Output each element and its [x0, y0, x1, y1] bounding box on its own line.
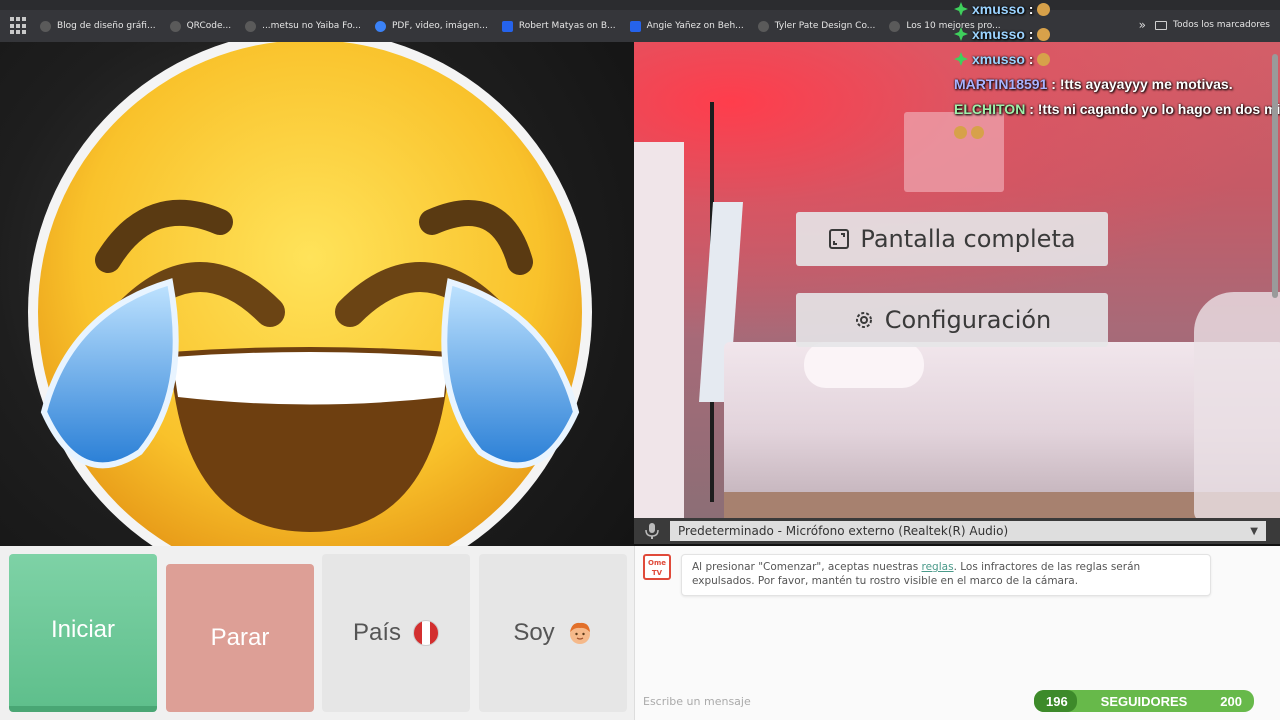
gear-icon	[855, 312, 872, 328]
behance-icon	[501, 20, 513, 32]
chat-message: xmusso :	[954, 26, 1051, 42]
behance-icon	[629, 20, 641, 32]
stranger-video	[0, 42, 634, 546]
stream-chat-overlay: xmusso : xmusso : xmusso : MARTIN18591 :…	[954, 0, 1280, 150]
laughing-crying-emoji	[28, 42, 592, 546]
emote-icon	[1037, 53, 1051, 66]
qr-icon	[169, 20, 181, 32]
fullscreen-label: Pantalla completa	[860, 225, 1076, 253]
rules-link[interactable]: reglas	[922, 561, 954, 573]
emote-icon	[1037, 28, 1051, 41]
site-icon	[889, 20, 901, 32]
fullscreen-icon	[829, 229, 850, 249]
site-icon	[757, 20, 769, 32]
chat-message: ELCHITON : !tts ni cagando yo lo hago en…	[954, 101, 1280, 117]
followers-label: SEGUIDORES	[1100, 693, 1188, 709]
message-input[interactable]	[643, 692, 1023, 710]
country-button[interactable]: País	[322, 554, 470, 712]
chat-message: MARTIN18591 : !tts ayayayyy me motivas.	[954, 76, 1233, 92]
star-icon	[954, 27, 968, 41]
bookmark-4[interactable]: Robert Matyas on B...	[501, 20, 616, 32]
settings-label: Configuración	[884, 306, 1052, 334]
ometv-logo: Ome TV	[643, 554, 671, 580]
pillow	[804, 342, 924, 388]
emote-icon	[970, 126, 984, 139]
bookmark-5[interactable]: Angie Yañez on Beh...	[629, 20, 744, 32]
chat-message: xmusso :	[954, 51, 1051, 67]
fullscreen-button[interactable]: Pantalla completa	[796, 212, 1108, 266]
bookmark-3[interactable]: PDF, video, imágen...	[374, 20, 488, 32]
person-partial	[634, 142, 684, 518]
apps-grid-icon[interactable]	[10, 17, 28, 35]
chair	[1194, 292, 1280, 518]
microphone-bar: Predeterminado - Micrófono externo (Real…	[634, 518, 1280, 544]
microphone-selected-value: Predeterminado - Micrófono externo (Real…	[678, 524, 1009, 538]
followers-current: 196	[1046, 693, 1068, 709]
thumbs-up-icon	[954, 126, 967, 139]
bookmark-6[interactable]: Tyler Pate Design Co...	[757, 20, 875, 32]
chat-message: xmusso :	[954, 1, 1051, 17]
stop-button[interactable]: Parar	[166, 564, 314, 712]
chevron-down-icon: ▼	[1250, 525, 1258, 537]
microphone-select[interactable]: Predeterminado - Micrófono externo (Real…	[670, 521, 1266, 541]
bookmark-0[interactable]: Blog de diseño gráfi...	[40, 20, 156, 32]
followers-goal: 200	[1220, 693, 1242, 709]
boy-icon	[569, 622, 590, 644]
star-icon	[954, 2, 968, 16]
chat-emotes	[954, 124, 984, 140]
microphone-icon	[645, 523, 659, 539]
followers-goal-bar: 196 SEGUIDORES 200	[1034, 690, 1254, 712]
chat-scrollbar[interactable]	[1270, 42, 1280, 300]
rules-notice: Al presionar "Comenzar", aceptas nuestra…	[681, 554, 1211, 596]
settings-button[interactable]: Configuración	[796, 293, 1108, 347]
controls-panel: Iniciar Parar País Soy	[0, 546, 634, 720]
star-icon	[954, 52, 968, 66]
gender-button[interactable]: Soy	[479, 554, 627, 712]
scrollbar-thumb[interactable]	[1272, 54, 1278, 298]
bookmark-2[interactable]: ...metsu no Yaiba Fo...	[245, 20, 361, 32]
peru-flag-icon	[413, 620, 440, 646]
start-button[interactable]: Iniciar	[9, 554, 157, 712]
bookmark-1[interactable]: QRCode...	[169, 20, 231, 32]
site-icon	[245, 20, 257, 32]
site-icon	[40, 20, 51, 32]
emote-icon	[1037, 3, 1051, 16]
screen: Blog de diseño gráfi... QRCode... ...met…	[0, 0, 1280, 720]
blue-icon	[374, 20, 386, 32]
